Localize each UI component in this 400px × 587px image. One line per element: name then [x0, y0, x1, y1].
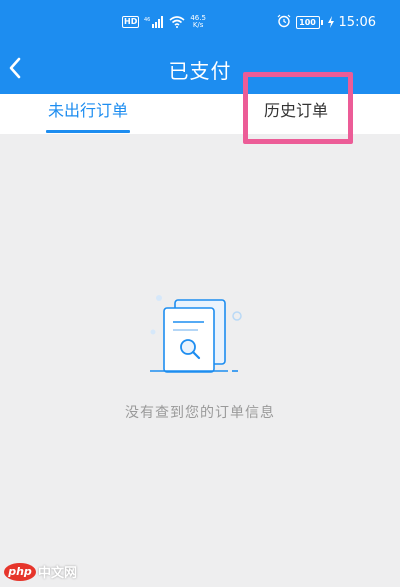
wifi-icon [169, 13, 185, 32]
status-center: HD 46 46.5 K/s [122, 13, 206, 31]
signal-icon: 46 [144, 13, 164, 32]
site-watermark: php 中文网 [4, 562, 77, 581]
watermark-logo: php [4, 562, 36, 581]
battery-tip [320, 19, 323, 25]
hd-badge: HD [122, 16, 140, 28]
tab-upcoming-orders-label: 未出行订单 [48, 101, 129, 120]
network-speed-unit: K/s [192, 21, 204, 29]
status-time: 15:06 [338, 14, 376, 30]
status-bar: HD 46 46.5 K/s 100 15:06 [0, 0, 400, 42]
charging-icon [327, 13, 334, 32]
document-search-icon [140, 290, 250, 382]
network-speed: 46.5 K/s [190, 15, 206, 29]
svg-text:46: 46 [144, 17, 150, 23]
battery-indicator: 100 [295, 15, 323, 29]
battery-level: 100 [295, 15, 320, 29]
active-tab-indicator [46, 130, 131, 133]
alarm-icon [277, 13, 291, 32]
watermark-site-name: 中文网 [38, 566, 78, 581]
empty-state-message: 没有查到您的订单信息 [125, 405, 275, 421]
status-right: 100 15:06 [277, 12, 376, 32]
tab-upcoming-orders[interactable]: 未出行订单 [46, 94, 131, 134]
highlight-annotation-box [243, 72, 353, 144]
